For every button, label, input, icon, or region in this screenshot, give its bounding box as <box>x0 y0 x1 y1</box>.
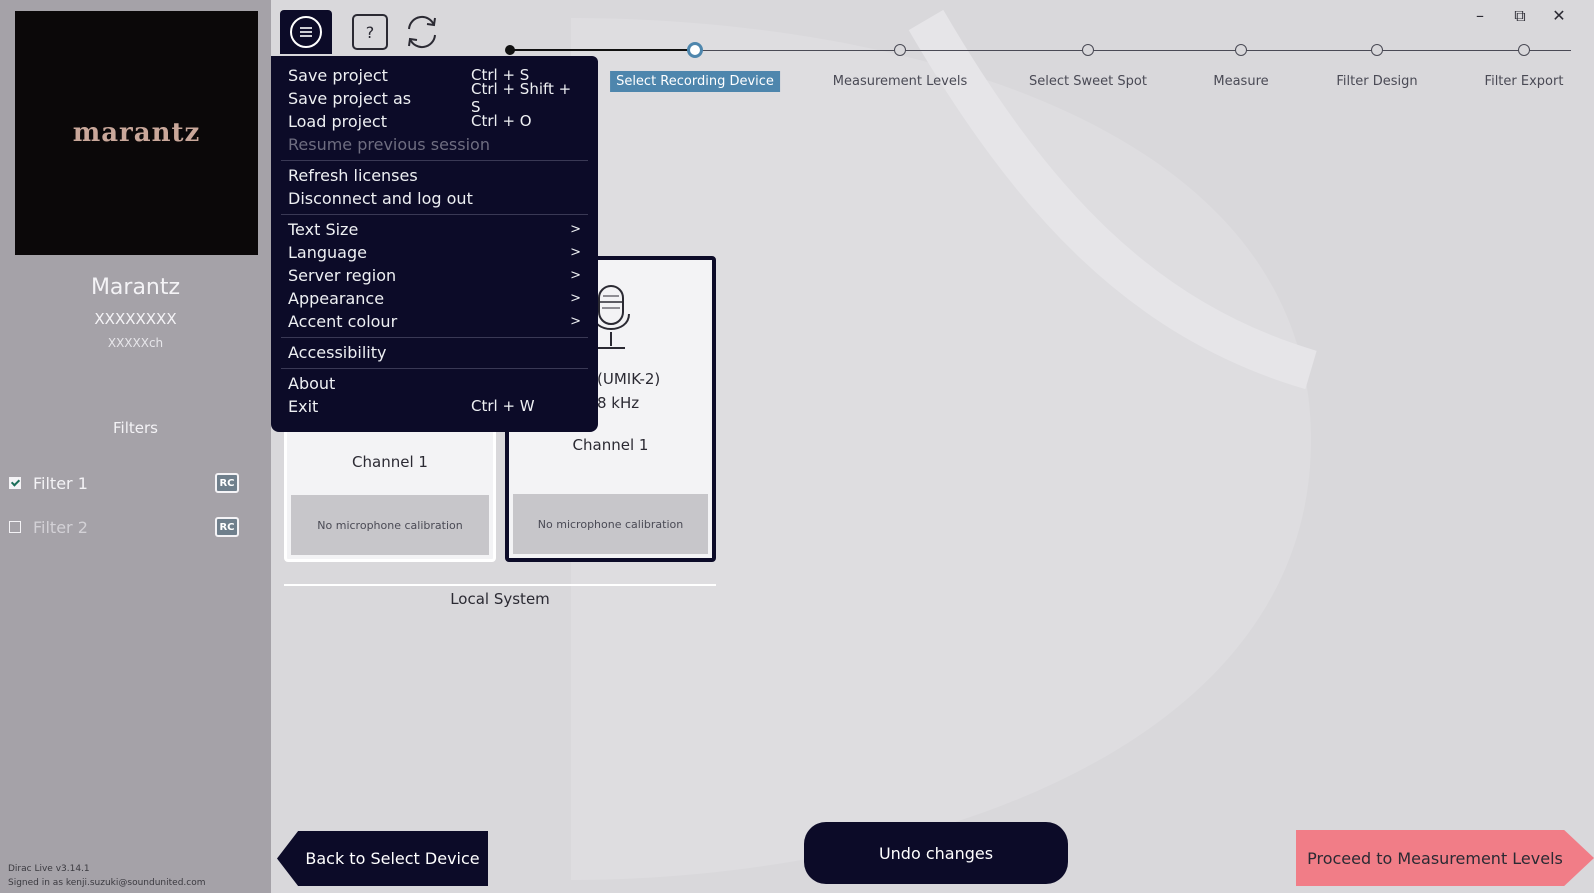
device-channel: Channel 1 <box>572 436 649 454</box>
brand-logo-text: marantz <box>72 118 201 148</box>
menu-item-label: Disconnect and log out <box>288 188 473 208</box>
signed-in-text: Signed in as kenji.suzuki@soundunited.co… <box>8 878 206 888</box>
step-measure[interactable]: Measure <box>1213 74 1268 89</box>
device-model: (UMIK-2) <box>597 370 661 388</box>
step-select-recording-device[interactable]: Select Recording Device <box>610 71 780 92</box>
submenu-arrow-icon: > <box>570 244 581 260</box>
filter-checkbox[interactable] <box>9 521 21 533</box>
rc-badge[interactable]: RC <box>215 473 239 493</box>
menu-item-load-project[interactable]: Load project Ctrl + O <box>288 110 581 132</box>
device-serial: XXXXXXXX <box>94 310 177 328</box>
menu-item-exit[interactable]: Exit Ctrl + W <box>288 395 581 417</box>
menu-item-label: Accent colour <box>288 311 398 331</box>
device-channel: Channel 1 <box>352 453 428 471</box>
menu-separator <box>281 214 588 215</box>
device-channels: XXXXXch <box>107 336 164 350</box>
brand-logo: marantz <box>15 11 258 255</box>
step-node-select-sweet-spot[interactable] <box>1082 44 1094 56</box>
menu-separator <box>281 368 588 369</box>
sidebar: marantz Marantz XXXXXXXX XXXXXch Filters… <box>0 0 271 893</box>
sync-button[interactable] <box>396 10 448 54</box>
menu-item-shortcut: Ctrl + W <box>471 397 535 415</box>
minimize-button[interactable]: – <box>1468 6 1492 25</box>
menu-item-appearance[interactable]: Appearance > <box>288 287 581 309</box>
question-icon: ? <box>352 14 388 50</box>
back-button[interactable]: Back to Select Device <box>277 831 488 886</box>
filter-item[interactable]: Filter 1 RC <box>9 471 239 495</box>
progress-start-dot <box>505 45 515 55</box>
menu-item-label: Save project as <box>288 88 412 108</box>
menu-item-accent-colour[interactable]: Accent colour > <box>288 310 581 332</box>
menu-item-label: Accessibility <box>288 342 387 362</box>
close-button[interactable]: ✕ <box>1547 6 1571 25</box>
menu-item-refresh-licenses[interactable]: Refresh licenses <box>288 164 581 186</box>
step-node-measurement-levels[interactable] <box>894 44 906 56</box>
menu-item-about[interactable]: About <box>288 372 581 394</box>
rc-badge[interactable]: RC <box>215 517 239 537</box>
step-node-measure[interactable] <box>1235 44 1247 56</box>
menu-item-save-project-as[interactable]: Save project as Ctrl + Shift + S <box>288 80 581 116</box>
undo-changes-button[interactable]: Undo changes <box>804 822 1068 884</box>
menu-item-label: Refresh licenses <box>288 165 418 185</box>
menu-item-label: Resume previous session <box>288 134 490 154</box>
calibration-status[interactable]: No microphone calibration <box>291 495 489 555</box>
calibration-status[interactable]: No microphone calibration <box>513 494 708 554</box>
menu-item-accessibility[interactable]: Accessibility <box>288 341 581 363</box>
step-node-filter-export[interactable] <box>1518 44 1530 56</box>
submenu-arrow-icon: > <box>570 267 581 283</box>
menu-item-label: Appearance <box>288 288 385 308</box>
menu-item-shortcut: Ctrl + O <box>471 112 532 130</box>
device-name: Marantz <box>90 275 181 300</box>
menu-item-resume-session: Resume previous session <box>288 133 581 155</box>
local-system-divider <box>284 584 716 586</box>
sync-icon <box>408 15 436 49</box>
step-filter-design[interactable]: Filter Design <box>1336 74 1417 89</box>
menu-item-label: Exit <box>288 396 319 416</box>
hamburger-icon <box>290 16 322 48</box>
filter-label: Filter 2 <box>33 517 88 537</box>
main-menu-dropdown: Save project Ctrl + S Save project as Ct… <box>271 56 598 432</box>
menu-item-disconnect[interactable]: Disconnect and log out <box>288 187 581 209</box>
menu-item-language[interactable]: Language > <box>288 241 581 263</box>
step-measurement-levels[interactable]: Measurement Levels <box>833 74 967 89</box>
step-select-sweet-spot[interactable]: Select Sweet Spot <box>1029 74 1147 89</box>
menu-item-text-size[interactable]: Text Size > <box>288 218 581 240</box>
menu-item-label: Server region <box>288 265 397 285</box>
menu-button[interactable] <box>280 10 332 54</box>
menu-item-label: Text Size <box>288 219 359 239</box>
step-filter-export[interactable]: Filter Export <box>1485 74 1564 89</box>
submenu-arrow-icon: > <box>570 290 581 306</box>
step-node-select-recording-device[interactable] <box>687 42 703 58</box>
help-button[interactable]: ? <box>344 10 396 54</box>
submenu-arrow-icon: > <box>570 313 581 329</box>
menu-item-label: Load project <box>288 111 387 131</box>
menu-item-server-region[interactable]: Server region > <box>288 264 581 286</box>
maximize-button[interactable]: ⧉ <box>1508 6 1532 26</box>
menu-item-label: Save project <box>288 65 388 85</box>
menu-separator <box>281 160 588 161</box>
filter-item[interactable]: Filter 2 RC <box>9 515 239 539</box>
filter-checkbox[interactable] <box>9 477 21 489</box>
proceed-button[interactable]: Proceed to Measurement Levels <box>1296 830 1594 886</box>
device-samplerate: 8 kHz <box>597 394 640 412</box>
menu-separator <box>281 337 588 338</box>
version-text: Dirac Live v3.14.1 <box>8 864 90 874</box>
menu-item-label: Language <box>288 242 367 262</box>
submenu-arrow-icon: > <box>570 221 581 237</box>
progress-track-done <box>511 49 695 51</box>
step-node-filter-design[interactable] <box>1371 44 1383 56</box>
menu-item-label: About <box>288 373 336 393</box>
filters-title: Filters <box>113 419 158 437</box>
filter-label: Filter 1 <box>33 473 88 493</box>
local-system-label: Local System <box>450 590 550 608</box>
